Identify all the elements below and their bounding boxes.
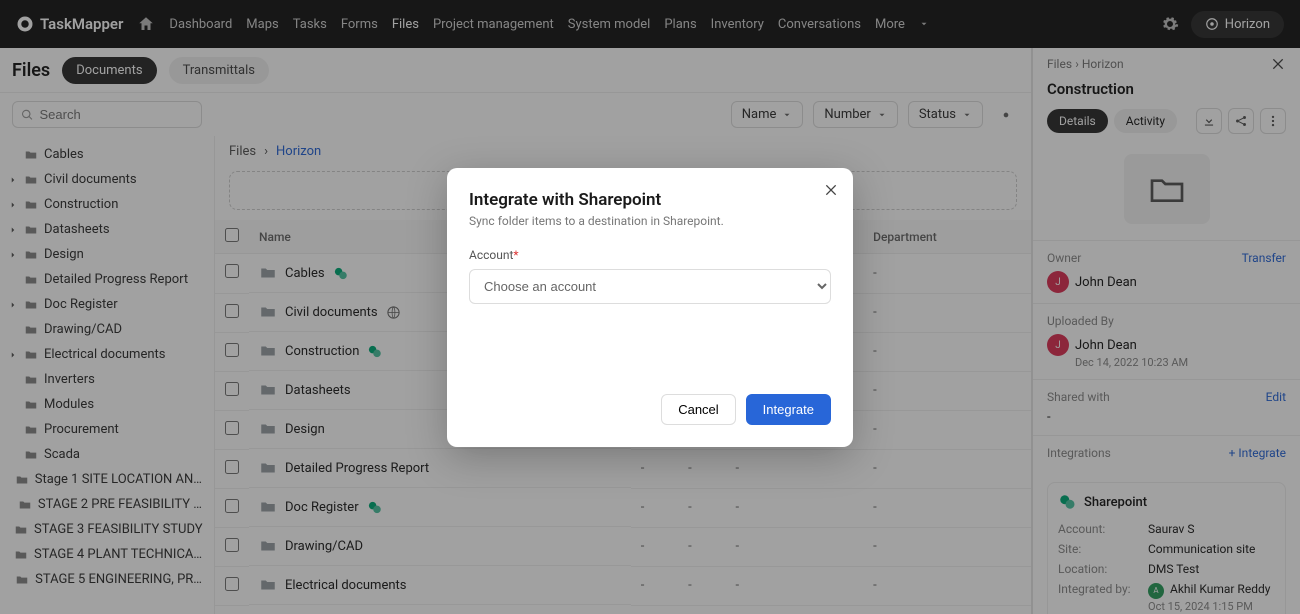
integrate-button[interactable]: Integrate bbox=[746, 394, 831, 425]
integrate-modal: Integrate with Sharepoint Sync folder it… bbox=[447, 168, 853, 447]
modal-title: Integrate with Sharepoint bbox=[469, 190, 831, 210]
cancel-button[interactable]: Cancel bbox=[661, 394, 735, 425]
modal-overlay[interactable]: Integrate with Sharepoint Sync folder it… bbox=[0, 0, 1300, 614]
account-select[interactable]: Choose an account bbox=[469, 269, 831, 304]
modal-subtitle: Sync folder items to a destination in Sh… bbox=[469, 214, 831, 228]
account-label: Account* bbox=[469, 248, 519, 262]
close-icon[interactable] bbox=[823, 182, 839, 198]
